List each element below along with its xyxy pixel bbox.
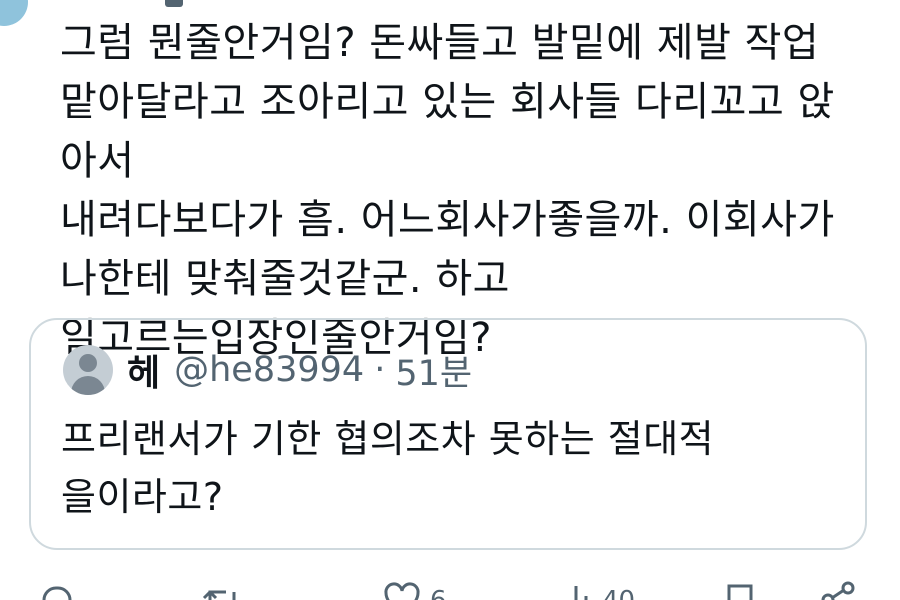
retweet-button[interactable] <box>200 580 244 600</box>
author-avatar[interactable] <box>0 0 28 26</box>
tweet-text: 그럼 뭔줄안거임? 돈싸들고 발밑에 제발 작업 맡아달라고 조아리고 있는 회… <box>60 20 835 361</box>
reply-button[interactable] <box>36 580 76 600</box>
like-button[interactable]: 6 <box>382 580 447 600</box>
views-button[interactable]: 40 <box>560 580 635 600</box>
views-count: 40 <box>602 586 635 600</box>
badge-icon <box>165 0 183 7</box>
bookmark-button[interactable] <box>722 580 758 600</box>
reply-icon <box>36 580 76 600</box>
tweet-action-bar: 6 40 <box>0 580 900 600</box>
share-icon <box>818 580 858 600</box>
header-separator: · <box>374 350 386 390</box>
quoted-tweet-time[interactable]: 51분 <box>395 345 472 396</box>
like-count: 6 <box>430 586 447 600</box>
quoted-tweet-header: 헤 @he83994 · 51분 <box>63 342 472 398</box>
quoted-author-handle[interactable]: @he83994 <box>174 350 364 390</box>
quoted-author-avatar[interactable] <box>63 345 113 395</box>
share-button[interactable] <box>818 580 858 600</box>
tweet-header-strip <box>0 0 900 26</box>
heart-icon <box>382 580 422 600</box>
retweet-icon <box>200 580 244 600</box>
quoted-tweet-text: 프리랜서가 기한 협의조차 못하는 절대적 을이라고? <box>61 417 715 519</box>
views-icon <box>560 580 594 600</box>
author-meta <box>165 0 191 13</box>
quoted-author-name[interactable]: 헤 <box>127 344 160 396</box>
quoted-tweet-card[interactable]: 헤 @he83994 · 51분 프리랜서가 기한 협의조차 못하는 절대적 을… <box>29 318 867 550</box>
bookmark-icon <box>722 580 758 600</box>
